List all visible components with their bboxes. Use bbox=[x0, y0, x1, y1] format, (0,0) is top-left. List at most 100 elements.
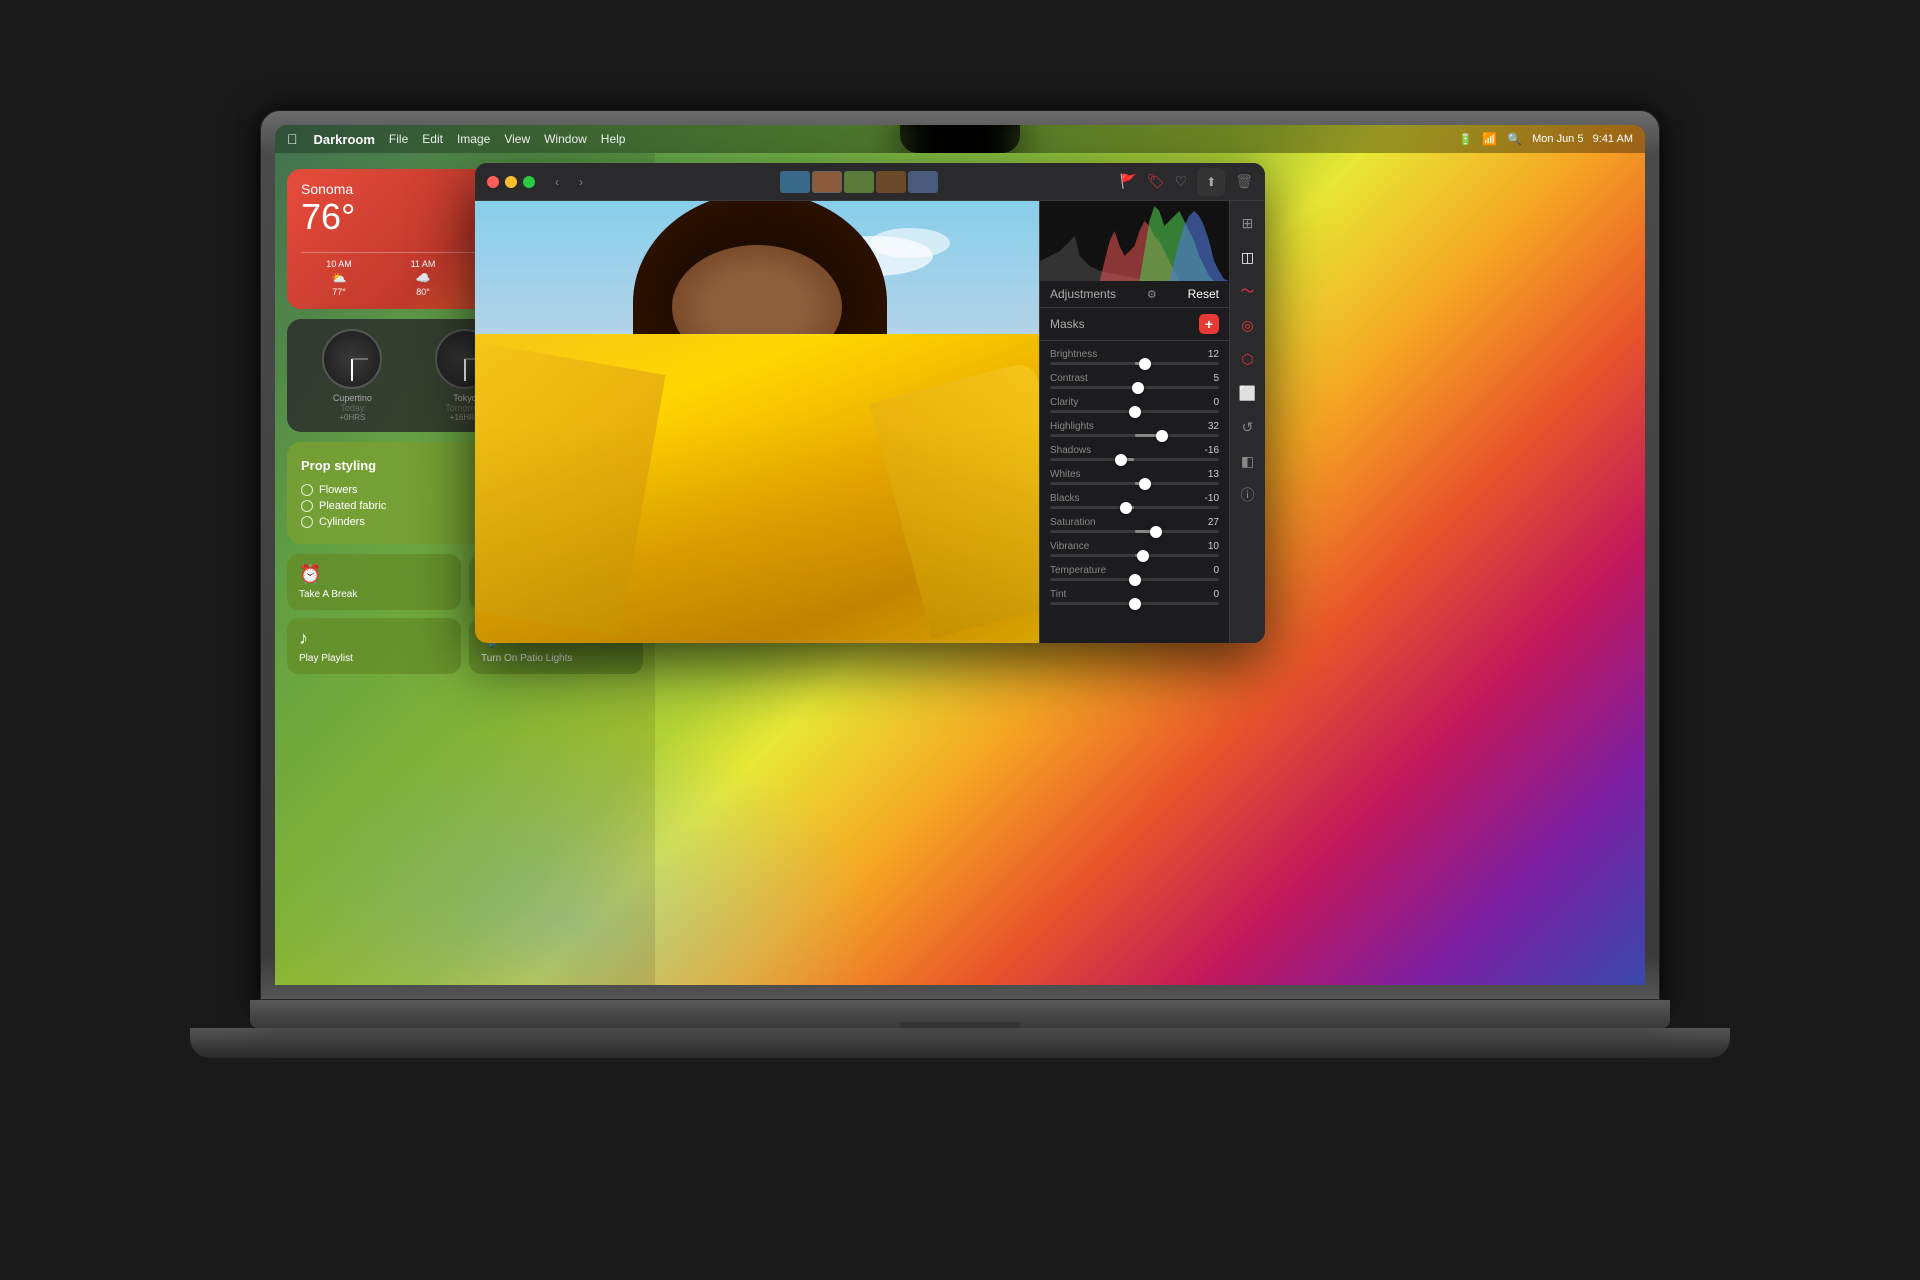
adjustments-icon[interactable]: ◫ bbox=[1234, 243, 1262, 271]
close-button[interactable] bbox=[487, 176, 499, 188]
shortcut-break-label: Take A Break bbox=[299, 589, 449, 600]
traffic-lights bbox=[487, 176, 535, 188]
slider-track-saturation[interactable] bbox=[1050, 530, 1219, 533]
masks-row: Masks + bbox=[1040, 308, 1229, 341]
slider-thumb-saturation[interactable] bbox=[1150, 526, 1162, 538]
slider-label-whites: Whites bbox=[1050, 469, 1081, 480]
app-name: Darkroom bbox=[314, 132, 375, 147]
crop-icon[interactable]: ⬜ bbox=[1234, 379, 1262, 407]
menu-window[interactable]: Window bbox=[544, 132, 587, 146]
slider-thumb-tint[interactable] bbox=[1129, 598, 1141, 610]
menu-help[interactable]: Help bbox=[601, 132, 626, 146]
color-icon[interactable]: ⬡ bbox=[1234, 345, 1262, 373]
history-icon[interactable]: ↺ bbox=[1234, 413, 1262, 441]
masks-add-button[interactable]: + bbox=[1199, 314, 1219, 334]
slider-thumb-contrast[interactable] bbox=[1132, 382, 1144, 394]
slider-track-clarity[interactable] bbox=[1050, 410, 1219, 413]
nav-forward-button[interactable]: › bbox=[571, 172, 591, 192]
macbook-bottom-base bbox=[190, 1028, 1730, 1058]
photo-strip bbox=[780, 171, 938, 193]
slider-row-clarity: Clarity0 bbox=[1040, 393, 1229, 417]
heart-icon[interactable]: ♡ bbox=[1175, 173, 1188, 190]
slider-value-contrast: 5 bbox=[1213, 373, 1219, 384]
grid-icon[interactable]: ⊞ bbox=[1234, 209, 1262, 237]
slider-track-contrast[interactable] bbox=[1050, 386, 1219, 389]
slider-thumb-whites[interactable] bbox=[1139, 478, 1151, 490]
menu-edit[interactable]: Edit bbox=[422, 132, 443, 146]
compare-icon[interactable]: ◧ bbox=[1234, 447, 1262, 475]
slider-thumb-temperature[interactable] bbox=[1129, 574, 1141, 586]
window-content: Adjustments ⚙ Reset Masks + Br bbox=[475, 201, 1265, 643]
slider-row-highlights: Highlights32 bbox=[1040, 417, 1229, 441]
reminder-checkbox-2[interactable] bbox=[301, 500, 313, 512]
reminder-checkbox-3[interactable] bbox=[301, 516, 313, 528]
search-icon[interactable]: 🔍 bbox=[1507, 132, 1522, 146]
shortcut-break[interactable]: ⏰ Take A Break bbox=[287, 554, 461, 610]
slider-row-temperature: Temperature 0 bbox=[1040, 561, 1229, 585]
weather-hour-1: 10 AM ⛅ 77° bbox=[301, 259, 377, 297]
weather-temperature: 76° bbox=[301, 199, 355, 235]
slider-label-temperature: Temperature bbox=[1050, 565, 1106, 576]
shortcut-lights-label: Turn On Patio Lights bbox=[481, 653, 631, 664]
histogram-chart bbox=[1040, 201, 1229, 281]
selective-icon[interactable]: ◎ bbox=[1234, 311, 1262, 339]
music-icon: ♪ bbox=[299, 628, 449, 649]
slider-track-blacks[interactable] bbox=[1050, 506, 1219, 509]
slider-thumb-highlights[interactable] bbox=[1156, 430, 1168, 442]
slider-row-whites: Whites13 bbox=[1040, 465, 1229, 489]
weather-hour-2: 11 AM ☁️ 80° bbox=[385, 259, 461, 297]
date-time: Mon Jun 5 9:41 AM bbox=[1532, 133, 1633, 145]
slider-thumb-clarity[interactable] bbox=[1129, 406, 1141, 418]
share-button[interactable]: ⬆ bbox=[1197, 168, 1225, 196]
info-icon[interactable]: ⓘ bbox=[1234, 481, 1262, 509]
slider-track-vibrance[interactable] bbox=[1050, 554, 1219, 557]
slider-track-shadows[interactable] bbox=[1050, 458, 1219, 461]
menu-file[interactable]: File bbox=[389, 132, 408, 146]
adjustments-header: Adjustments ⚙ Reset bbox=[1040, 281, 1229, 308]
depth-overlay bbox=[475, 201, 1039, 643]
macbook-computer:  Darkroom File Edit Image View Window H… bbox=[190, 110, 1730, 1170]
delete-icon[interactable]: 🗑 bbox=[1235, 173, 1253, 190]
tag-icon[interactable]: 🏷 bbox=[1147, 173, 1165, 190]
slider-track-brightness[interactable] bbox=[1050, 362, 1219, 365]
slider-value-clarity: 0 bbox=[1213, 397, 1219, 408]
slider-thumb-vibrance[interactable] bbox=[1137, 550, 1149, 562]
toolbar-right: 🚩 🏷 ♡ ⬆ 🗑 bbox=[1119, 168, 1253, 196]
thumbnail-slider bbox=[599, 171, 1119, 193]
shortcut-playlist[interactable]: ♪ Play Playlist bbox=[287, 618, 461, 674]
minimize-button[interactable] bbox=[505, 176, 517, 188]
reminder-checkbox-1[interactable] bbox=[301, 484, 313, 496]
maximize-button[interactable] bbox=[523, 176, 535, 188]
slider-track-temperature[interactable] bbox=[1050, 578, 1219, 581]
slider-thumb-brightness[interactable] bbox=[1139, 358, 1151, 370]
sliders-area: Brightness12Contrast5Clarity0Highlights3… bbox=[1040, 341, 1229, 643]
thumbnail-2[interactable] bbox=[812, 171, 842, 193]
reset-button[interactable]: Reset bbox=[1188, 287, 1219, 301]
slider-value-temperature: 0 bbox=[1213, 565, 1219, 576]
thumbnail-3[interactable] bbox=[844, 171, 874, 193]
thumbnail-5[interactable] bbox=[908, 171, 938, 193]
menu-view[interactable]: View bbox=[504, 132, 530, 146]
window-titlebar: ‹ › � bbox=[475, 163, 1265, 201]
adjustments-panel: Adjustments ⚙ Reset Masks + Br bbox=[1039, 201, 1229, 643]
slider-row-saturation: Saturation27 bbox=[1040, 513, 1229, 537]
slider-row-shadows: Shadows-16 bbox=[1040, 441, 1229, 465]
slider-value-shadows: -16 bbox=[1205, 445, 1219, 456]
settings-icon[interactable]: ⚙ bbox=[1147, 288, 1157, 301]
trackpad-notch bbox=[900, 1022, 1020, 1028]
curves-icon[interactable]: 〜 bbox=[1234, 277, 1262, 305]
slider-value-saturation: 27 bbox=[1208, 517, 1219, 528]
flag-icon[interactable]: 🚩 bbox=[1119, 173, 1136, 190]
thumbnail-4[interactable] bbox=[876, 171, 906, 193]
nav-back-button[interactable]: ‹ bbox=[547, 172, 567, 192]
slider-track-highlights[interactable] bbox=[1050, 434, 1219, 437]
menu-image[interactable]: Image bbox=[457, 132, 490, 146]
macos-wallpaper:  Darkroom File Edit Image View Window H… bbox=[275, 125, 1645, 985]
clock-cupertino: Cupertino Today +0HRS bbox=[301, 329, 404, 422]
thumbnail-1[interactable] bbox=[780, 171, 810, 193]
slider-track-whites[interactable] bbox=[1050, 482, 1219, 485]
apple-logo-icon:  bbox=[287, 131, 298, 147]
slider-thumb-blacks[interactable] bbox=[1120, 502, 1132, 514]
slider-thumb-shadows[interactable] bbox=[1115, 454, 1127, 466]
slider-track-tint[interactable] bbox=[1050, 602, 1219, 605]
